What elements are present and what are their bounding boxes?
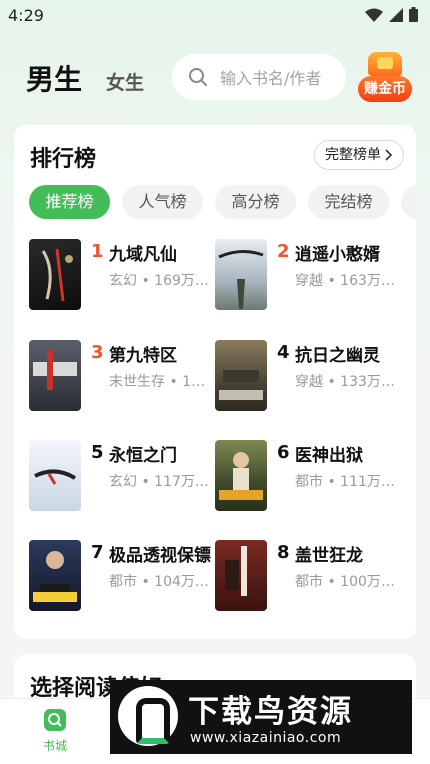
book-meta: 都市 • 104万热度 — [109, 574, 213, 590]
book-title: 医神出狱 — [295, 446, 363, 466]
book-cover — [29, 340, 81, 411]
full-list-button[interactable]: 完整榜单 — [314, 140, 404, 170]
ranking-tabs: 推荐榜 人气榜 高分榜 完结榜 — [29, 185, 416, 219]
book-cover — [215, 239, 267, 310]
earn-coins-label: 赚金币 — [358, 76, 412, 102]
book-title: 第九特区 — [109, 346, 177, 366]
bookstore-icon — [44, 709, 66, 731]
book-item-6[interactable]: 6 医神出狱 都市 • 111万热度 — [215, 440, 405, 512]
battery-icon — [409, 7, 418, 22]
nav-bookstore-label: 书城 — [42, 739, 67, 753]
watermark-url: www.xiazainiao.com — [190, 730, 342, 746]
status-bar: 4:29 — [0, 0, 430, 32]
book-cover — [29, 540, 81, 611]
book-cover — [29, 239, 81, 310]
book-cover — [29, 440, 81, 511]
book-meta: 玄幻 • 117万热度 — [109, 474, 213, 490]
book-meta: 穿越 • 133万热度 — [295, 374, 399, 390]
nav-bookstore[interactable]: 书城 — [38, 709, 72, 754]
book-title: 抗日之幽灵 — [295, 346, 380, 366]
book-cover — [215, 340, 267, 411]
book-title: 永恒之门 — [109, 446, 177, 466]
rank-number: 5 — [91, 442, 104, 463]
book-item-3[interactable]: 3 第九特区 末世生存 • 137万热度 — [29, 340, 219, 412]
tab-male[interactable]: 男生 — [26, 58, 82, 98]
rank-number: 8 — [277, 542, 290, 563]
rank-number: 3 — [91, 342, 104, 363]
book-meta: 末世生存 • 137万热度 — [109, 374, 213, 390]
chip-completed[interactable]: 完结榜 — [308, 185, 389, 219]
search-icon — [189, 68, 207, 86]
chip-more[interactable] — [401, 185, 416, 219]
book-item-1[interactable]: 1 九域凡仙 玄幻 • 169万热度 — [29, 239, 219, 311]
book-title: 盖世狂龙 — [295, 546, 363, 566]
earn-coins-button[interactable]: 赚金币 — [358, 52, 412, 104]
book-item-4[interactable]: 4 抗日之幽灵 穿越 • 133万热度 — [215, 340, 405, 412]
ranking-card: 排行榜 完整榜单 推荐榜 人气榜 高分榜 完结榜 1 九域凡仙 玄幻 • 169… — [14, 125, 416, 639]
book-meta: 都市 • 111万热度 — [295, 474, 399, 490]
book-item-2[interactable]: 2 逍遥小憨婿 穿越 • 163万热度 — [215, 239, 405, 311]
book-cover — [215, 440, 267, 511]
chip-high-score[interactable]: 高分榜 — [215, 185, 296, 219]
search-placeholder: 输入书名/作者 — [220, 69, 322, 88]
book-meta: 穿越 • 163万热度 — [295, 273, 399, 289]
rank-number: 4 — [277, 342, 290, 363]
ranking-title: 排行榜 — [30, 147, 97, 172]
rank-number: 1 — [91, 241, 104, 262]
watermark-banner: 下载鸟资源 www.xiazainiao.com — [110, 680, 412, 754]
book-item-8[interactable]: 8 盖世狂龙 都市 • 100万热度 — [215, 540, 405, 612]
gift-icon — [368, 52, 402, 76]
chip-popular[interactable]: 人气榜 — [122, 185, 203, 219]
chip-recommend[interactable]: 推荐榜 — [29, 185, 110, 219]
signal-icon — [389, 7, 403, 22]
chevron-right-icon — [385, 149, 393, 161]
book-meta: 玄幻 • 169万热度 — [109, 273, 213, 289]
book-item-7[interactable]: 7 极品透视保镖 都市 • 104万热度 — [29, 540, 219, 612]
tab-female[interactable]: 女生 — [106, 68, 144, 95]
bird-logo-icon — [118, 686, 178, 746]
book-item-5[interactable]: 5 永恒之门 玄幻 • 117万热度 — [29, 440, 219, 512]
book-title: 极品透视保镖 — [109, 546, 211, 566]
status-time: 4:29 — [8, 6, 44, 25]
status-icons — [365, 7, 418, 22]
full-list-label: 完整榜单 — [325, 147, 381, 163]
wifi-icon — [365, 8, 383, 22]
watermark-title: 下载鸟资源 — [188, 694, 353, 730]
search-input[interactable]: 输入书名/作者 — [172, 54, 346, 100]
rank-number: 6 — [277, 442, 290, 463]
top-header: 男生 女生 输入书名/作者 赚金币 — [0, 50, 430, 110]
book-meta: 都市 • 100万热度 — [295, 574, 399, 590]
rank-number: 7 — [91, 542, 104, 563]
book-title: 九域凡仙 — [109, 245, 177, 265]
rank-number: 2 — [277, 241, 290, 262]
book-title: 逍遥小憨婿 — [295, 245, 380, 265]
book-cover — [215, 540, 267, 611]
